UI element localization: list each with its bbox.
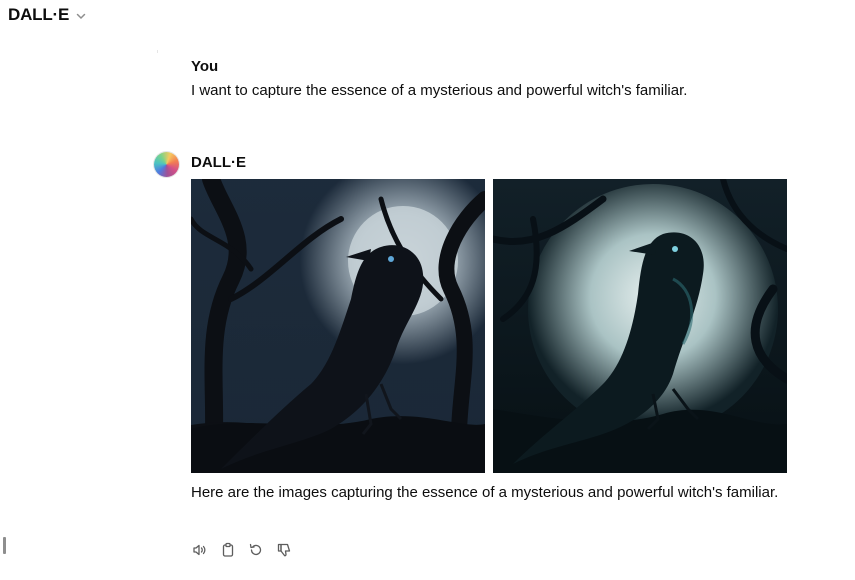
scroll-handle[interactable] — [3, 537, 6, 554]
model-name: DALL·E — [8, 5, 70, 24]
regenerate-icon — [249, 543, 262, 556]
regenerate-button[interactable] — [247, 541, 265, 559]
divider — [157, 50, 158, 53]
clipboard-icon — [222, 542, 234, 557]
speaker-icon — [193, 544, 206, 556]
user-author-label: You — [191, 58, 219, 75]
assistant-message-header: DALL·E — [191, 154, 246, 171]
user-message-text: I want to capture the essence of a myste… — [191, 82, 688, 99]
message-actions — [191, 541, 293, 559]
chevron-down-icon — [76, 13, 86, 20]
thumbs-down-icon — [277, 543, 291, 557]
copy-button[interactable] — [219, 541, 237, 559]
generated-image-2[interactable] — [493, 179, 787, 473]
thumbs-down-button[interactable] — [275, 541, 293, 559]
assistant-author-label: DALL·E — [191, 154, 246, 171]
assistant-message-text: Here are the images capturing the essenc… — [191, 484, 779, 501]
dalle-avatar — [154, 152, 179, 177]
generated-images — [191, 179, 787, 473]
read-aloud-button[interactable] — [191, 541, 209, 559]
generated-image-1[interactable] — [191, 179, 485, 473]
user-message: You I want to capture the essence of a m… — [191, 58, 687, 105]
model-selector[interactable]: DALL·E — [8, 5, 87, 25]
